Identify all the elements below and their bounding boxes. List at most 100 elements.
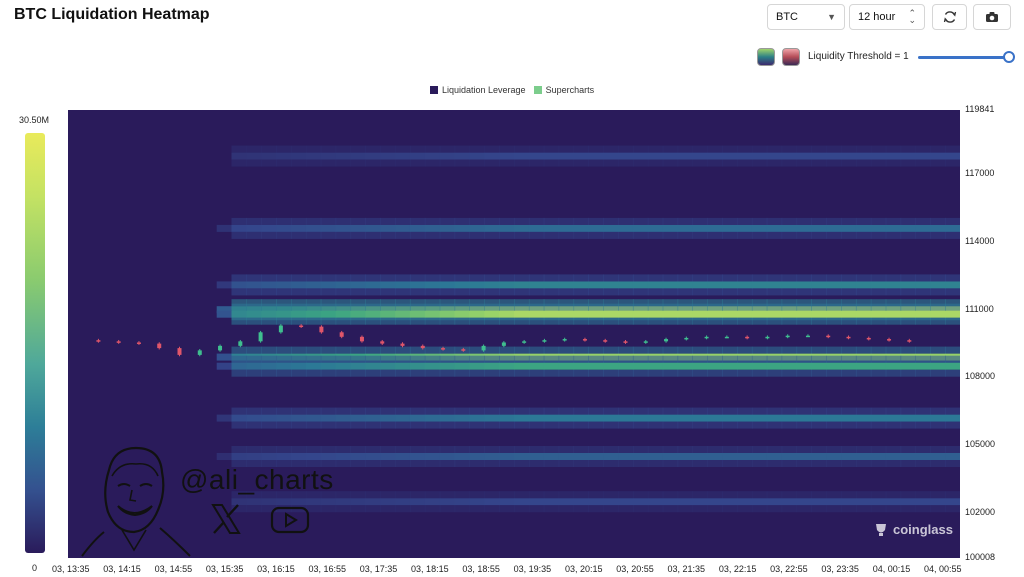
liquidity-halo-cell — [484, 407, 500, 415]
liquidity-halo-cell — [484, 303, 500, 311]
liquidity-halo-cell — [855, 231, 872, 239]
liquidity-halo-cell — [855, 217, 872, 225]
liquidity-halo-cell — [677, 317, 693, 325]
liquidity-cell — [261, 362, 277, 370]
x-logo-icon — [211, 504, 241, 534]
legend-item-leverage[interactable]: Liquidation Leverage — [430, 85, 526, 95]
liquidity-halo-cell — [632, 421, 649, 429]
liquidity-halo-cell — [692, 421, 708, 429]
liquidity-halo-cell — [395, 369, 411, 377]
liquidity-cell — [855, 310, 872, 318]
liquidity-cell — [915, 498, 931, 506]
liquidity-cell — [781, 152, 798, 160]
liquidity-halo-cell — [811, 159, 827, 167]
liquidity-cell — [722, 152, 738, 160]
liquidity-cell — [945, 310, 960, 318]
red-theme-button[interactable] — [782, 48, 800, 66]
liquidity-cell — [870, 498, 887, 506]
threshold-slider-handle[interactable] — [1003, 51, 1015, 63]
liquidity-halo-cell — [439, 217, 456, 225]
liquidity-cell — [885, 498, 902, 506]
liquidity-cell — [291, 498, 307, 506]
liquidity-halo-cell — [454, 274, 470, 282]
interval-select[interactable]: 12 hour ⌃ ⌄ — [849, 4, 925, 30]
liquidity-cell — [335, 152, 352, 160]
threshold-slider-track[interactable] — [918, 56, 1010, 59]
liquidity-cell — [291, 453, 307, 460]
liquidity-halo-cell — [766, 460, 783, 467]
liquidity-halo-cell — [543, 159, 560, 167]
liquidity-halo-cell — [915, 446, 931, 453]
liquidity-halo-cell — [826, 274, 842, 282]
liquidity-halo-cell — [543, 317, 560, 325]
liquidity-halo-cell — [885, 407, 902, 415]
liquidity-halo-cell — [543, 491, 560, 499]
liquidity-halo-cell — [231, 317, 247, 325]
liquidity-halo-cell — [603, 217, 619, 225]
liquidity-halo-cell — [291, 303, 307, 311]
liquidity-halo-cell — [811, 346, 827, 354]
liquidity-halo-cell — [454, 421, 470, 429]
liquidity-halo-cell — [558, 446, 575, 453]
liquidity-halo-cell — [424, 355, 441, 363]
liquidity-cell — [499, 310, 515, 318]
liquidity-halo-cell — [945, 303, 960, 311]
liquidity-cell — [766, 310, 783, 318]
candle-body — [542, 340, 547, 342]
green-theme-button[interactable] — [757, 48, 775, 66]
liquidity-halo-cell — [469, 505, 485, 513]
liquidity-cell — [603, 362, 619, 370]
liquidity-cell — [216, 281, 233, 289]
liquidity-halo-cell — [305, 369, 322, 377]
liquidity-halo-cell — [291, 355, 307, 363]
liquidity-cell — [811, 281, 827, 289]
y-tick-label: 100008 — [965, 552, 996, 562]
liquidity-halo-cell — [781, 274, 798, 282]
liquidity-halo-cell — [276, 446, 292, 453]
liquidity-cell — [365, 453, 381, 460]
liquidity-halo-cell — [826, 491, 842, 499]
refresh-icon — [943, 11, 956, 23]
liquidity-halo-cell — [588, 217, 604, 225]
liquidity-halo-cell — [335, 288, 352, 296]
liquidity-cell — [751, 498, 768, 506]
liquidity-cell — [380, 414, 396, 422]
legend-item-supercharts[interactable]: Supercharts — [533, 85, 594, 95]
liquidity-halo-cell — [796, 231, 812, 239]
refresh-button[interactable] — [932, 4, 967, 30]
liquidity-halo-cell — [335, 159, 352, 167]
liquidity-cell — [900, 224, 916, 232]
liquidity-halo-cell — [588, 505, 604, 513]
symbol-select[interactable]: BTC ▼ — [767, 4, 845, 30]
x-tick-label: 03, 18:15 — [411, 564, 449, 574]
liquidity-cell — [454, 414, 470, 422]
liquidity-halo-cell — [796, 505, 812, 513]
liquidity-halo-cell — [885, 446, 902, 453]
liquidity-halo-cell — [350, 288, 366, 296]
liquidity-halo-cell — [855, 346, 872, 354]
liquidity-cell — [514, 498, 530, 506]
liquidity-halo-cell — [276, 159, 292, 167]
liquidity-halo-cell — [885, 274, 902, 282]
liquidity-halo-cell — [677, 369, 693, 377]
liquidity-halo-cell — [246, 217, 262, 225]
screenshot-button[interactable] — [973, 4, 1011, 30]
liquidity-halo-cell — [662, 369, 679, 377]
liquidity-cell — [469, 498, 485, 506]
liquidity-cell — [365, 310, 381, 318]
liquidity-halo-cell — [707, 274, 723, 282]
liquidity-halo-cell — [707, 317, 723, 325]
liquidity-halo-cell — [261, 369, 277, 377]
liquidity-halo-cell — [766, 421, 783, 429]
liquidity-halo-cell — [573, 346, 589, 354]
liquidity-cell — [261, 453, 277, 460]
liquidity-cell — [945, 362, 960, 370]
liquidity-cell — [796, 224, 812, 232]
liquidity-halo-cell — [870, 460, 887, 467]
liquidity-cell — [796, 453, 812, 460]
liquidity-cell — [588, 362, 604, 370]
liquidity-cell — [439, 362, 456, 370]
liquidity-halo-cell — [603, 505, 619, 513]
liquidity-halo-cell — [722, 355, 738, 363]
liquidity-halo-cell — [558, 346, 575, 354]
